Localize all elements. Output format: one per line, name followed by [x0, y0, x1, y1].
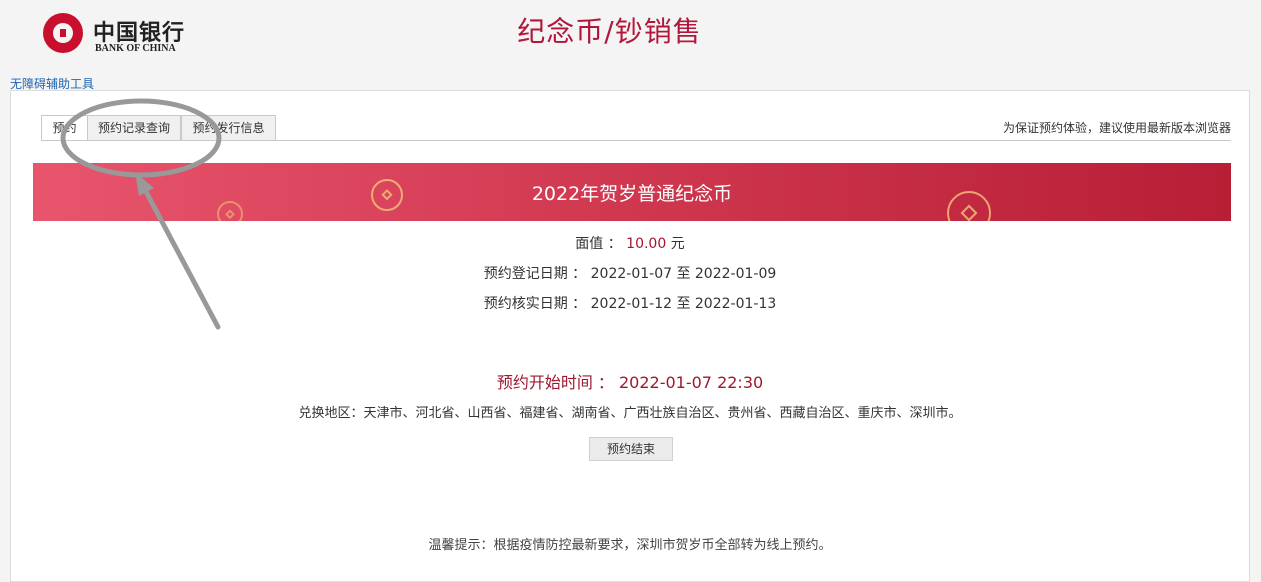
coin-title-banner: 2022年贺岁普通纪念币	[33, 163, 1231, 221]
reservation-start-time: 2022-01-07 22:30	[619, 373, 764, 392]
warm-notice: 温馨提示：根据疫情防控最新要求，深圳市贺岁币全部转为线上预约。	[428, 538, 832, 553]
reservation-ended-button[interactable]: 预约结束	[589, 437, 673, 461]
face-value: 10.00	[626, 236, 667, 252]
main-panel: 预约 预约记录查询 预约发行信息 为保证预约体验，建议使用最新版本浏览器 202…	[10, 90, 1250, 582]
reservation-start-label: 预约开始时间 ：	[496, 373, 614, 392]
tab-reservation-records[interactable]: 预约记录查询	[87, 115, 181, 140]
reservation-start-row: 预约开始时间 ： 2022-01-07 22:30	[11, 369, 1249, 393]
verify-date-label: 预约核实日期 ：	[483, 296, 587, 312]
face-value-unit: 元	[670, 236, 685, 252]
verify-date-row: 预约核实日期 ： 2022-01-12 至 2022-01-13	[11, 293, 1249, 313]
tab-reserve[interactable]: 预约	[41, 115, 88, 141]
browser-tip: 为保证预约体验，建议使用最新版本浏览器	[1002, 121, 1231, 135]
page-title: 纪念币/钞销售	[517, 15, 702, 48]
verify-date-range: 2022-01-12 至 2022-01-13	[590, 296, 777, 312]
face-value-label: 面值 ：	[575, 236, 622, 252]
register-date-row: 预约登记日期 ： 2022-01-07 至 2022-01-09	[11, 263, 1249, 283]
tab-divider	[41, 140, 1231, 141]
exchange-region: 兑换地区：天津市、河北省、山西省、福建省、湖南省、广西壮族自治区、贵州省、西藏自…	[298, 406, 962, 421]
face-value-row: 面值 ： 10.00 元	[11, 233, 1249, 253]
tab-issue-info[interactable]: 预约发行信息	[181, 115, 276, 140]
coin-title: 2022年贺岁普通纪念币	[531, 183, 733, 205]
register-date-label: 预约登记日期 ：	[483, 266, 587, 282]
register-date-range: 2022-01-07 至 2022-01-09	[590, 266, 777, 282]
